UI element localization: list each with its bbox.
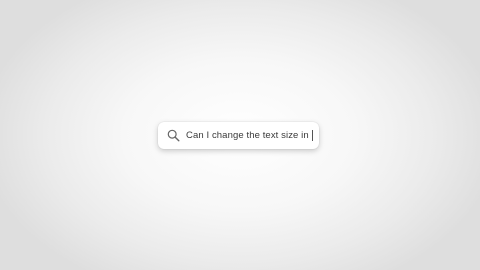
- search-input[interactable]: Can I change the text size in thi: [186, 130, 311, 141]
- search-bar[interactable]: Can I change the text size in thi: [158, 122, 319, 149]
- search-icon: [167, 129, 180, 142]
- text-cursor: [312, 130, 313, 141]
